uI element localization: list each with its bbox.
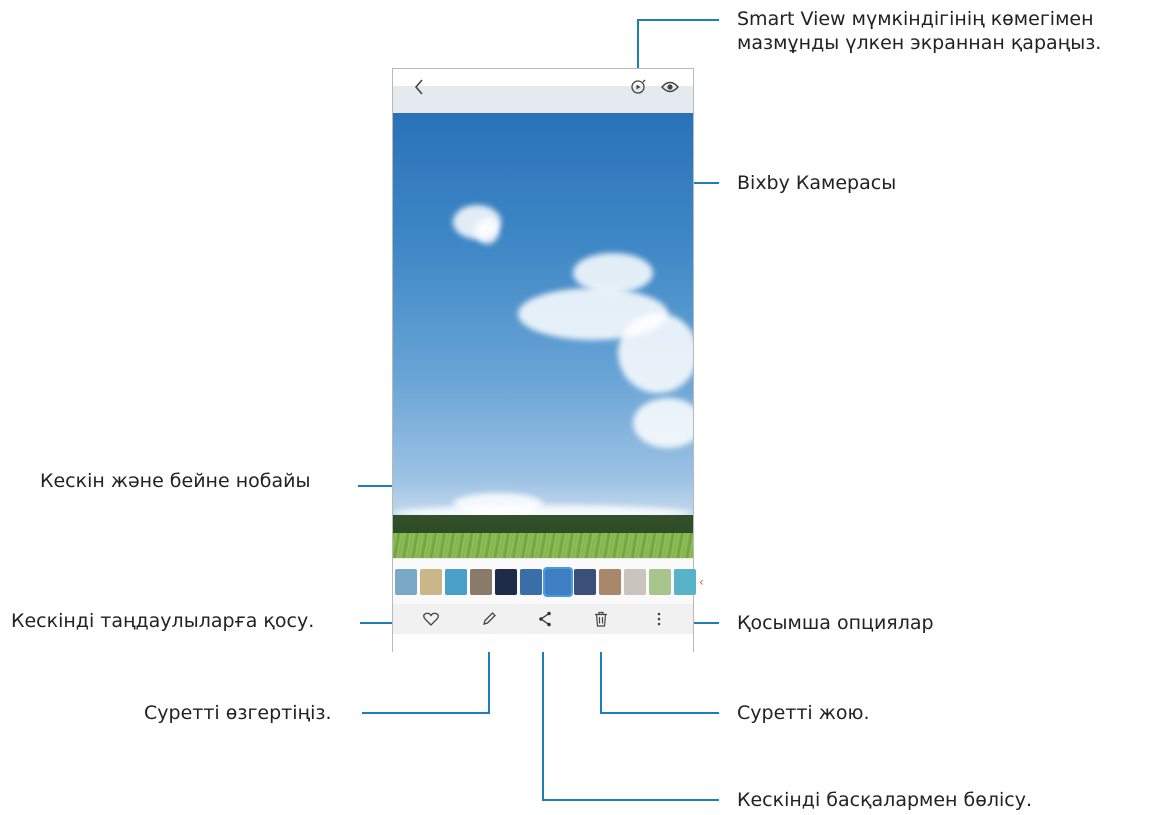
more-options-callout: Қосымша опциялар [737,612,934,634]
thumbnail[interactable] [649,569,671,595]
share-callout: Кескінді басқалармен бөлісу. [737,789,1033,811]
edit-callout: Суретті өзгертіңіз. [144,702,332,724]
thumbnails-callout: Кескін және бейне нобайы [40,470,311,492]
share-leader [542,799,719,801]
heart-icon[interactable] [421,610,441,628]
share-icon[interactable] [535,609,555,629]
cloud [618,313,693,393]
thumbnail[interactable] [445,569,467,595]
thumbnail[interactable] [470,569,492,595]
trash-icon[interactable] [591,609,611,629]
top-strip [393,86,693,113]
cloud [573,253,653,293]
thumbnail[interactable] [520,569,542,595]
thumbnail[interactable] [674,569,696,595]
thumbnail[interactable] [624,569,646,595]
cloud [633,398,693,448]
smart-view-leader [637,19,719,21]
pencil-icon[interactable] [479,609,499,629]
favorite-callout: Кескінді таңдаулыларға қосу. [11,610,315,632]
delete-callout: Суретті жою. [737,702,870,724]
thumbnail-list: ‹ [395,567,705,597]
thumbnail[interactable] [599,569,621,595]
smart-view-callout-line1: Smart View мүмкіндігінің көмегімен [737,8,1094,30]
bixby-vision-icon[interactable] [660,78,680,96]
smart-view-callout: Smart View мүмкіндігінің көмегімен мазмұ… [737,7,1101,55]
edit-leader [362,712,490,714]
thumbnail-partial[interactable]: ‹ [699,569,705,595]
smart-view-icon[interactable] [629,77,647,97]
thumbnail[interactable] [495,569,517,595]
thumbnail[interactable] [395,569,417,595]
more-icon[interactable] [649,609,669,629]
delete-leader [600,712,719,714]
photo-view[interactable] [393,113,693,558]
nav-bar [393,634,693,652]
bixby-callout: Bixby Камерасы [737,172,897,194]
phone-screen: ‹ [392,68,704,652]
share-leader [542,632,544,801]
back-icon[interactable] [411,77,427,97]
bottom-toolbar [393,604,693,634]
grass-field [393,533,693,558]
smart-view-callout-line2: мазмұнды үлкен экраннан қараңыз. [737,32,1102,54]
thumbnail[interactable] [420,569,442,595]
thumbnail-selected[interactable] [543,567,573,597]
thumbnail[interactable] [574,569,596,595]
thumbnail-strip[interactable]: ‹ [393,558,704,605]
cloud [475,218,499,244]
